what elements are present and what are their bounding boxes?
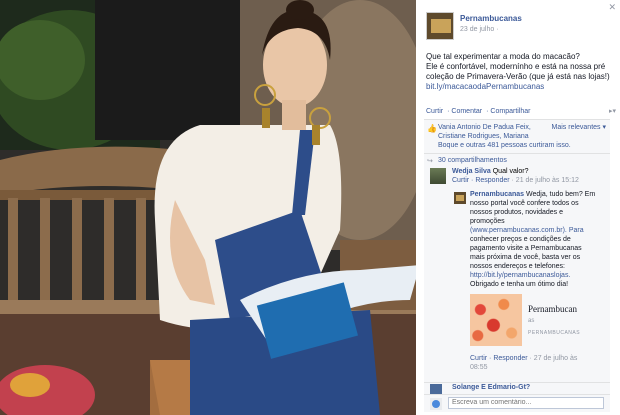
likers-names[interactable]: Vania Antonio De Padua Feix, (438, 124, 531, 131)
reply-actions[interactable]: Curtir · Responder (470, 355, 528, 362)
reply-link[interactable]: http://bit.ly/pernambucanaslojas. (470, 271, 608, 280)
thumbs-up-icon: 👍 (427, 124, 437, 133)
page-avatar[interactable] (426, 12, 454, 40)
commenter-name[interactable]: Solange E Edmario-Gt? (452, 384, 530, 391)
reply-line: conhecer preços e condições de (470, 236, 571, 243)
logo-icon (456, 195, 464, 201)
reply-time[interactable]: · 27 de julho às (528, 355, 578, 362)
post-line: Ele é confortável, modernínho e está na … (426, 62, 606, 71)
post-header: Pernambucanas 23 de julho · ✕ (416, 0, 620, 44)
post-line: coleção de Primavera-Verão (que já está … (426, 72, 610, 81)
likers-names-2[interactable]: Cristiane Rodrigues, Mariana (438, 132, 606, 141)
reply-line: nossos produtos, novidades e (470, 209, 564, 216)
logo-icon (431, 19, 451, 33)
shares-count[interactable]: 30 compartilhamentos (438, 157, 507, 164)
comment: Wedja Silva Qual valor? Curtir · Respond… (452, 167, 608, 185)
post-actions: Curtir · Comentar · Compartilhar (426, 108, 531, 115)
page-name[interactable]: Pernambucanas (460, 14, 522, 24)
comment-text: Qual valor? (490, 168, 529, 175)
avatar (430, 398, 442, 410)
comment-input[interactable] (448, 397, 604, 409)
reply-line: mais próxima de você, basta ver os (470, 254, 581, 261)
reply-meta: Curtir · Responder · 27 de julho às 08:5… (470, 354, 590, 372)
avatar[interactable] (430, 168, 446, 184)
avatar[interactable] (454, 192, 466, 204)
reply-line: Obrigado e tenha um ótimo dia! (470, 281, 569, 288)
reply-line: Wedja, tudo bem? Em (524, 191, 596, 198)
reply-line: nossos endereços e telefones: (470, 263, 565, 270)
reply-text: Pernambucanas Wedja, tudo bem? Em nosso … (470, 190, 608, 289)
preview-subtitle: as (528, 318, 535, 324)
avatar[interactable] (430, 384, 442, 394)
likes-box: 👍 Vania Antonio De Padua Feix, Cristiane… (424, 119, 610, 167)
post-line: Que tal experimentar a moda do macacão? (426, 52, 580, 61)
preview-brand: PERNAMBUCANAS (528, 330, 581, 336)
replier-name[interactable]: Pernambucanas (470, 191, 524, 198)
post-photo[interactable] (0, 0, 416, 415)
user-icon (432, 400, 440, 408)
like-button[interactable]: Curtir (426, 108, 443, 115)
post-text: Que tal experimentar a moda do macacão? … (426, 52, 616, 92)
reply-line: nosso portal você confere todos os (470, 200, 579, 207)
comment-actions[interactable]: Curtir · Responder (452, 177, 510, 184)
reply-line: pagamento visite a Pernambucanas (470, 245, 582, 252)
post-link[interactable]: bit.ly/macacaodaPernambucanas (426, 82, 616, 92)
share-button[interactable]: Compartilhar (490, 108, 530, 115)
audience-icon[interactable]: ▸▾ (609, 107, 616, 117)
photo-illustration (0, 0, 416, 415)
reply-link[interactable]: (www.pernambucanas.com.br). Para (470, 226, 608, 235)
preview-image[interactable] (470, 294, 522, 346)
write-comment (424, 394, 610, 412)
reply-line: promoções (470, 218, 505, 225)
comment-button[interactable]: Comentar (451, 108, 482, 115)
reply-time-2[interactable]: 08:55 (470, 363, 590, 372)
sort-dropdown[interactable]: Mais relevantes ▾ (552, 123, 606, 132)
commenter-name[interactable]: Wedja Silva (452, 168, 491, 175)
likes-summary: 👍 Vania Antonio De Padua Feix, Cristiane… (424, 120, 610, 153)
close-icon[interactable]: ✕ (608, 2, 616, 12)
post-timestamp[interactable]: 23 de julho · (460, 25, 499, 35)
link-preview[interactable]: Pernambucan as PERNAMBUCANAS (470, 294, 580, 352)
preview-title[interactable]: Pernambucan (528, 304, 577, 314)
comment-time[interactable]: · 21 de julho às 15:12 (510, 177, 579, 184)
likers-count[interactable]: Boque e outras 481 pessoas curtiram isso… (438, 141, 606, 150)
comments-list: Wedja Silva Qual valor? Curtir · Respond… (424, 164, 610, 382)
